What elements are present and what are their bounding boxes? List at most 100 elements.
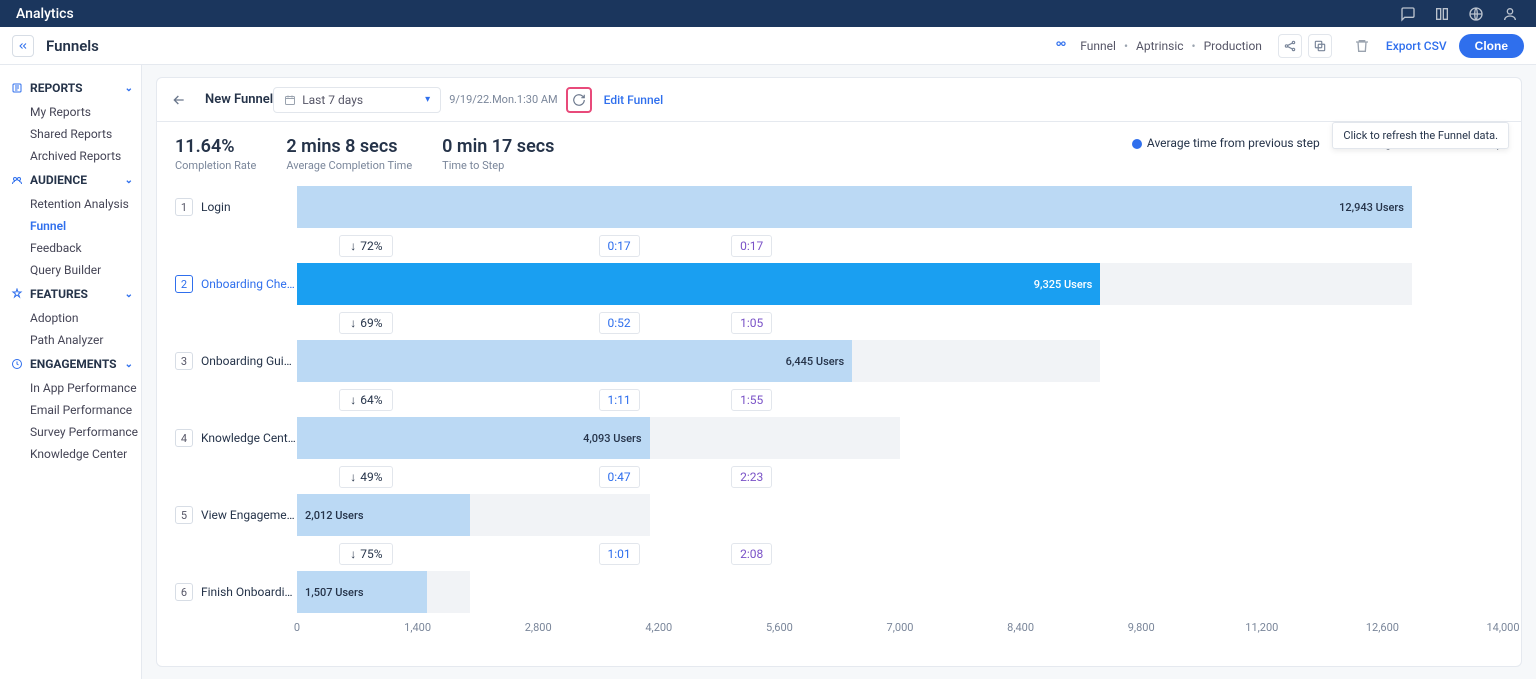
funnel-step-row[interactable]: 6Finish Onboarding1,507 Users	[175, 571, 1503, 613]
sidebar-item[interactable]: Feedback	[0, 237, 141, 259]
sidebar-item[interactable]: Knowledge Center	[0, 443, 141, 465]
step-number: 6	[175, 583, 193, 601]
sidebar-item[interactable]: Query Builder	[0, 259, 141, 281]
user-icon[interactable]	[1500, 4, 1520, 24]
sidebar-item[interactable]: Retention Analysis	[0, 193, 141, 215]
step-number: 1	[175, 198, 193, 216]
gap-area: ↓49%0:472:23	[297, 459, 1503, 494]
funnel-chart: 1Login12,943 Users↓72%0:170:172Onboardin…	[157, 180, 1521, 666]
funnel-step-row[interactable]: 2Onboarding Chec…9,325 Users	[175, 263, 1503, 305]
refresh-button[interactable]	[566, 87, 592, 113]
globe-icon[interactable]	[1466, 4, 1486, 24]
breadcrumb-item[interactable]: Funnel	[1080, 39, 1116, 53]
step-number: 3	[175, 352, 193, 370]
sidebar-item[interactable]: Path Analyzer	[0, 329, 141, 351]
book-icon[interactable]	[1432, 4, 1452, 24]
bar-users-text: 1,507 Users	[305, 586, 364, 599]
breadcrumb: Funnel • Aptrinsic • Production	[1054, 39, 1262, 53]
time-badge-prev: 0:52	[599, 312, 640, 334]
step-label: Login	[201, 200, 297, 214]
bar-fill: 2,012 Users	[297, 494, 470, 536]
time-badge-prev: 0:47	[599, 466, 640, 488]
bar-area: 12,943 Users	[297, 186, 1503, 228]
copy-icon[interactable]	[1308, 34, 1332, 58]
stat-avg-time: 2 mins 8 secs Average Completion Time	[286, 136, 412, 172]
funnel-gap-row: ↓69%0:521:05	[175, 305, 1503, 340]
topbar: Analytics	[0, 0, 1536, 27]
step-label: View Engagement	[201, 508, 297, 522]
gap-area: ↓64%1:111:55	[297, 382, 1503, 417]
trash-icon[interactable]	[1354, 38, 1370, 54]
time-badge-first: 1:05	[731, 312, 772, 334]
export-csv-link[interactable]: Export CSV	[1386, 39, 1447, 53]
bar-users-text: 12,943 Users	[1339, 201, 1404, 214]
funnel-gap-row: ↓64%1:111:55	[175, 382, 1503, 417]
step-label: Onboarding Guide…	[201, 354, 297, 368]
axis-tick: 1,400	[404, 621, 431, 634]
bar-users-text: 9,325 Users	[1034, 278, 1093, 291]
axis-tick: 11,200	[1245, 621, 1278, 634]
calendar-icon	[284, 94, 296, 106]
edit-funnel-link[interactable]: Edit Funnel	[604, 93, 663, 107]
sidebar-item[interactable]: Archived Reports	[0, 145, 141, 167]
time-badge-first: 2:08	[731, 543, 772, 565]
bar-area: 6,445 Users	[297, 340, 1503, 382]
sidebar-section-head[interactable]: FEATURES⌄	[0, 281, 141, 307]
bar-area: 9,325 Users	[297, 263, 1503, 305]
back-arrow-icon[interactable]	[171, 92, 187, 108]
bar-fill: 6,445 Users	[297, 340, 852, 382]
funnel-step-row[interactable]: 5 View Engagement 2,012 Users	[175, 494, 1503, 536]
funnel-step-row[interactable]: 1 Login 12,943 Users	[175, 186, 1503, 228]
sidebar-item[interactable]: In App Performance	[0, 377, 141, 399]
arrow-down-icon: ↓	[350, 239, 356, 253]
sidebar-section-head[interactable]: REPORTS⌄	[0, 75, 141, 101]
bar-users-text: 2,012 Users	[305, 509, 364, 522]
share-icon[interactable]	[1278, 34, 1302, 58]
sidebar-item[interactable]: Shared Reports	[0, 123, 141, 145]
stat-label: Average Completion Time	[286, 159, 412, 172]
x-axis: 01,4002,8004,2005,6007,0008,4009,80011,2…	[175, 617, 1503, 641]
arrow-down-icon: ↓	[350, 393, 356, 407]
sidebar-item[interactable]: Funnel	[0, 215, 141, 237]
bar-area: 1,507 Users	[297, 571, 1503, 613]
sidebar-section-head[interactable]: AUDIENCE⌄	[0, 167, 141, 193]
subheader: Funnels Funnel • Aptrinsic • Production …	[0, 27, 1536, 65]
axis-tick: 7,000	[887, 621, 914, 634]
breadcrumb-item[interactable]: Aptrinsic	[1136, 39, 1184, 53]
step-number: 5	[175, 506, 193, 524]
bar-fill: 12,943 Users	[297, 186, 1412, 228]
bar-area: 2,012 Users	[297, 494, 1503, 536]
chat-icon[interactable]	[1398, 4, 1418, 24]
time-badge-first: 1:55	[731, 389, 772, 411]
section-icon	[10, 357, 24, 371]
bar-fill: 1,507 Users	[297, 571, 427, 613]
sidebar-item[interactable]: My Reports	[0, 101, 141, 123]
date-range-picker[interactable]: Last 7 days ▾	[273, 87, 441, 113]
sidebar-item[interactable]: Email Performance	[0, 399, 141, 421]
step-label: Onboarding Chec…	[201, 277, 297, 291]
stats-row: 11.64% Completion Rate 2 mins 8 secs Ave…	[157, 122, 1521, 180]
stat-label: Completion Rate	[175, 159, 256, 172]
axis-tick: 5,600	[766, 621, 793, 634]
funnel-step-row[interactable]: 3 Onboarding Guide…6,445 Users	[175, 340, 1503, 382]
collapse-sidebar-button[interactable]	[12, 35, 34, 57]
chevron-down-icon: ⌄	[125, 289, 133, 300]
sidebar-item[interactable]: Survey Performance	[0, 421, 141, 443]
funnel-gap-row: ↓72%0:170:17	[175, 228, 1503, 263]
section-icon	[10, 81, 24, 95]
funnel-step-row[interactable]: 4Knowledge Center…4,093 Users	[175, 417, 1503, 459]
stat-value: 2 mins 8 secs	[286, 136, 412, 157]
sidebar-section-head[interactable]: ENGAGEMENTS⌄	[0, 351, 141, 377]
time-badge-prev: 0:17	[599, 235, 640, 257]
section-icon	[10, 173, 24, 187]
axis-tick: 0	[294, 621, 300, 634]
refresh-timestamp: 9/19/22.Mon.1:30 AM	[449, 93, 557, 106]
axis-tick: 9,800	[1128, 621, 1155, 634]
clone-button[interactable]: Clone	[1459, 34, 1524, 58]
arrow-down-icon: ↓	[350, 470, 356, 484]
breadcrumb-item[interactable]: Production	[1204, 39, 1262, 53]
axis-tick: 12,600	[1366, 621, 1399, 634]
step-number: 4	[175, 429, 193, 447]
sidebar-item[interactable]: Adoption	[0, 307, 141, 329]
funnel-gap-row: ↓49%0:472:23	[175, 459, 1503, 494]
